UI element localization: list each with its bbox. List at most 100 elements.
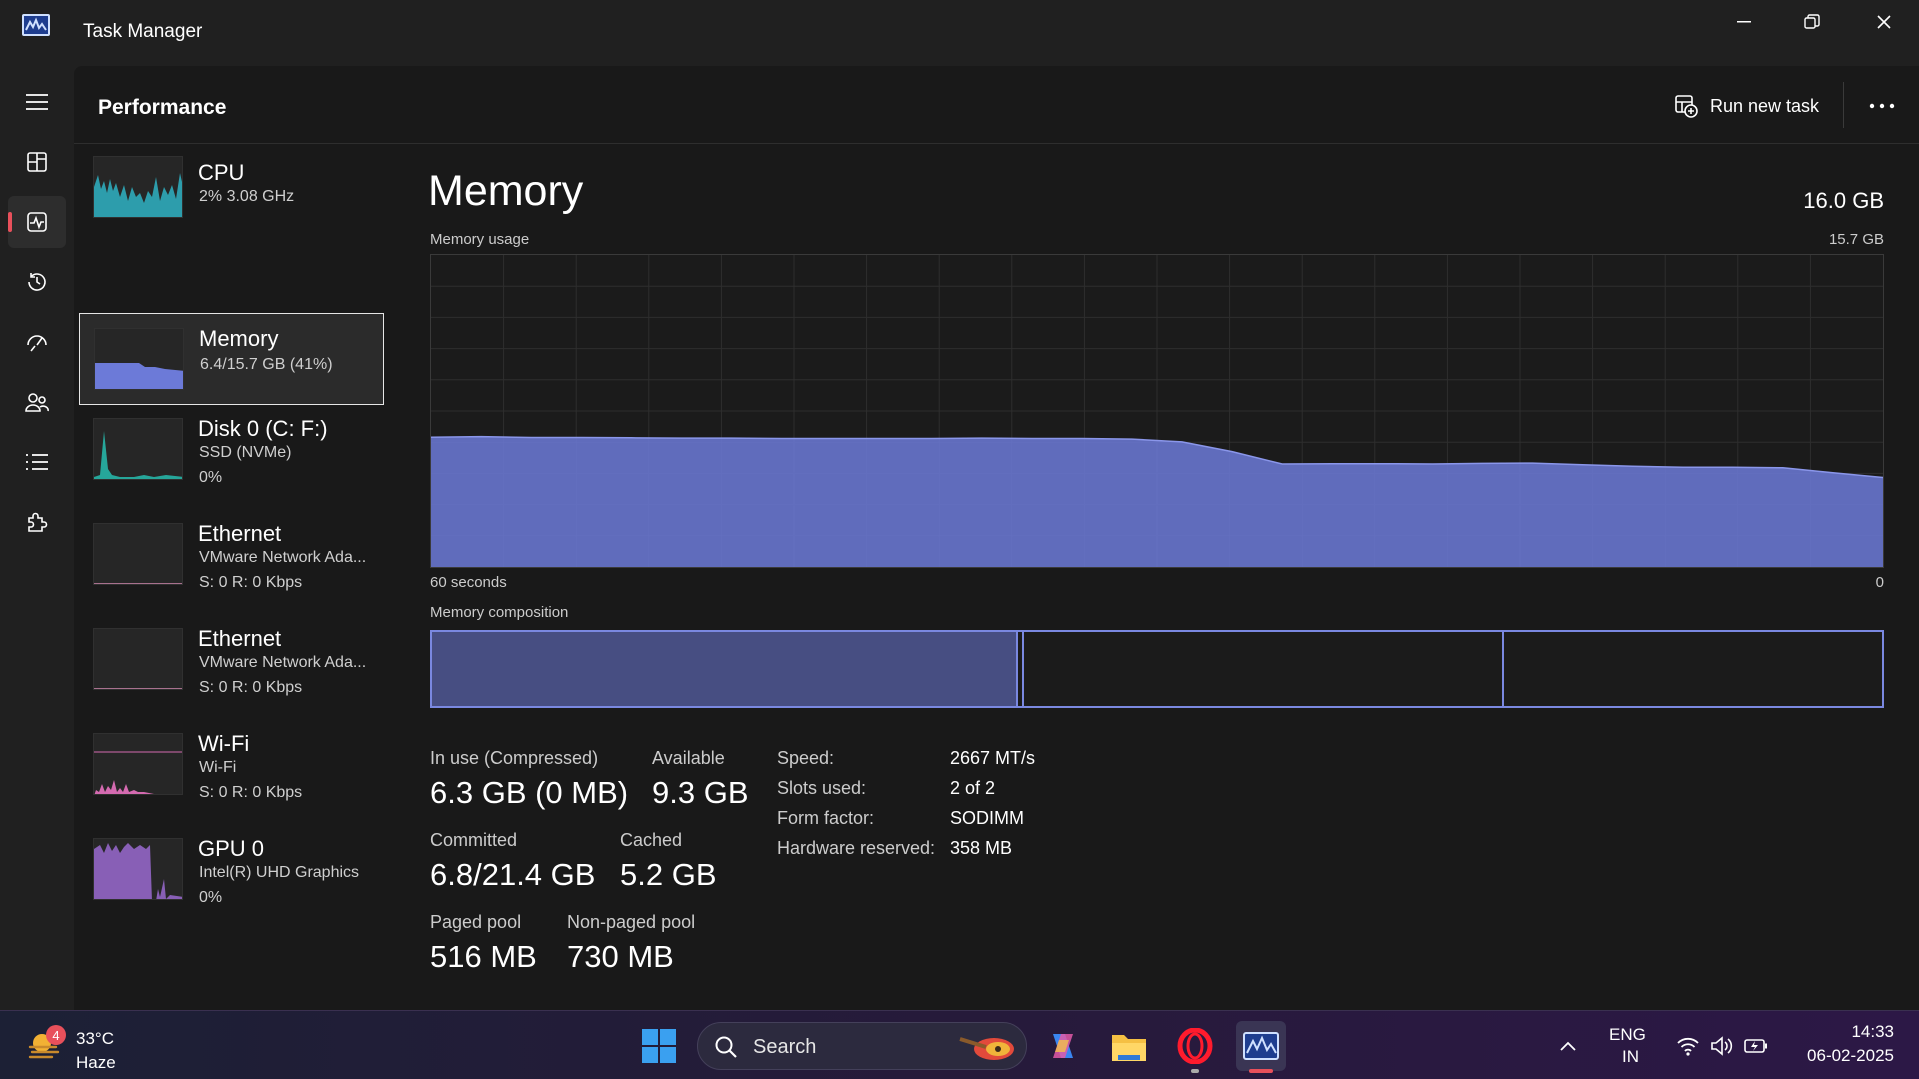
task-manager-app-icon (22, 14, 50, 36)
nav-users[interactable] (8, 376, 66, 428)
search-highlight-guitar-icon (959, 1037, 1014, 1060)
hamburger-menu-button[interactable] (8, 76, 66, 128)
resource-name: Disk 0 (C: F:) (198, 416, 328, 441)
opera-icon (1177, 1028, 1213, 1064)
run-new-task-button[interactable]: Run new task (1674, 88, 1819, 124)
taskbar-search[interactable]: Search (697, 1022, 1027, 1070)
resource-sub: VMware Network Ada... (199, 549, 367, 566)
nav-app-history[interactable] (8, 256, 66, 308)
ethernet-thumbnail-graph (93, 523, 183, 585)
opera-running-indicator (1191, 1069, 1199, 1073)
task-manager-icon (1243, 1032, 1279, 1060)
memory-usage-chart (430, 255, 1884, 567)
task-manager-taskbar-app[interactable] (1236, 1021, 1286, 1071)
resource-sub: 0% (199, 469, 223, 486)
resource-sub: Wi-Fi (199, 759, 237, 776)
resource-name: GPU 0 (198, 836, 265, 861)
nav-performance[interactable] (8, 196, 66, 248)
header-separator (1843, 82, 1844, 128)
page-title: Performance (98, 96, 227, 119)
quick-settings-button[interactable] (1672, 1021, 1772, 1071)
copilot-app[interactable] (1038, 1021, 1088, 1071)
nav-startup-apps[interactable] (8, 316, 66, 368)
resource-sub: 2% 3.08 GHz (199, 188, 295, 205)
committed-value: 6.8/21.4 GB (430, 857, 596, 892)
graph-time-right: 0 (1875, 574, 1884, 591)
nav-details[interactable] (8, 436, 66, 488)
file-explorer-app[interactable] (1104, 1021, 1154, 1071)
language-top[interactable]: ENG (1609, 1025, 1646, 1045)
resource-list: CPU 2% 3.08 GHz Memory 6.4/15.7 GB (41%)… (74, 144, 392, 924)
memory-title: Memory (428, 167, 584, 215)
minimize-button[interactable] (1710, 0, 1778, 44)
more-dots-icon (1869, 103, 1895, 109)
ethernet-thumbnail-graph (93, 628, 183, 690)
navigation-rail (0, 66, 74, 1048)
resource-sub: SSD (NVMe) (199, 444, 292, 461)
window-title: Task Manager (83, 21, 203, 42)
gpu-thumbnail-graph (93, 838, 183, 900)
content-header: Performance Run new task (74, 66, 1919, 144)
restore-icon (1804, 14, 1820, 29)
speed-label: Speed: (777, 748, 835, 768)
details-list-icon (26, 454, 48, 470)
slots-used-value: 2 of 2 (950, 778, 996, 798)
task-manager-running-indicator (1249, 1069, 1273, 1073)
search-icon (715, 1036, 737, 1058)
processes-icon (27, 152, 47, 172)
resource-ethernet-2[interactable]: Ethernet VMware Network Ada... S: 0 R: 0… (79, 626, 384, 718)
disk-thumbnail-graph (93, 418, 183, 480)
language-bottom: IN (1622, 1047, 1639, 1066)
taskbar: 4 33°C Haze Search ENG IN 14:33 06-02-20… (0, 1010, 1919, 1079)
cached-label: Cached (620, 830, 683, 850)
speedometer-icon (27, 335, 47, 352)
hardware-reserved-value: 358 MB (950, 838, 1013, 858)
resource-sub: VMware Network Ada... (199, 654, 367, 671)
resource-name: Ethernet (198, 626, 282, 651)
form-factor-label: Form factor: (777, 808, 875, 828)
resource-sub: S: 0 R: 0 Kbps (199, 784, 303, 801)
non-paged-pool-value: 730 MB (567, 939, 674, 974)
resource-cpu[interactable]: CPU 2% 3.08 GHz (79, 148, 384, 240)
users-icon (25, 393, 49, 412)
windows-logo-icon (642, 1029, 676, 1063)
restore-button[interactable] (1778, 0, 1846, 44)
clock-time[interactable]: 14:33 (1814, 1022, 1894, 1042)
opera-browser-app[interactable] (1170, 1021, 1220, 1071)
memory-usage-graph (430, 254, 1884, 568)
resource-sub: 6.4/15.7 GB (41%) (200, 356, 333, 373)
resource-memory[interactable]: Memory 6.4/15.7 GB (41%) (79, 313, 384, 405)
form-factor-value: SODIMM (950, 808, 1024, 828)
composition-standby (1502, 632, 1504, 706)
in-use-label: In use (Compressed) (430, 748, 599, 768)
search-placeholder: Search (753, 1036, 817, 1058)
resource-name: Wi-Fi (198, 731, 250, 756)
resource-name: Ethernet (198, 521, 282, 546)
run-new-task-label: Run new task (1710, 95, 1820, 116)
resource-sub: 0% (199, 889, 223, 906)
start-button[interactable] (634, 1021, 684, 1071)
history-icon (28, 273, 46, 291)
weather-condition: Haze (76, 1053, 116, 1072)
resource-name: CPU (198, 160, 245, 185)
speed-value: 2667 MT/s (950, 748, 1036, 768)
cached-value: 5.2 GB (620, 857, 717, 892)
resource-wifi[interactable]: Wi-Fi Wi-Fi S: 0 R: 0 Kbps (79, 731, 384, 823)
weather-widget[interactable]: 4 33°C Haze (28, 1023, 168, 1072)
paged-pool-label: Paged pool (430, 912, 522, 932)
more-options-button[interactable] (1859, 88, 1905, 124)
show-hidden-icons-button[interactable] (1550, 1021, 1586, 1071)
performance-icon (27, 212, 47, 232)
nav-processes[interactable] (8, 136, 66, 188)
composition-in-use (432, 632, 1018, 706)
memory-usage-label: Memory usage (430, 231, 530, 248)
resource-gpu[interactable]: GPU 0 Intel(R) UHD Graphics 0% (79, 836, 384, 928)
wifi-icon (1677, 1037, 1699, 1056)
resource-ethernet-1[interactable]: Ethernet VMware Network Ada... S: 0 R: 0… (79, 521, 384, 613)
slots-used-label: Slots used: (777, 778, 867, 798)
nav-services[interactable] (8, 496, 66, 548)
wifi-thumbnail-graph (93, 733, 183, 795)
resource-disk[interactable]: Disk 0 (C: F:) SSD (NVMe) 0% (79, 416, 384, 508)
close-button[interactable] (1850, 0, 1918, 44)
close-icon (1877, 15, 1891, 29)
